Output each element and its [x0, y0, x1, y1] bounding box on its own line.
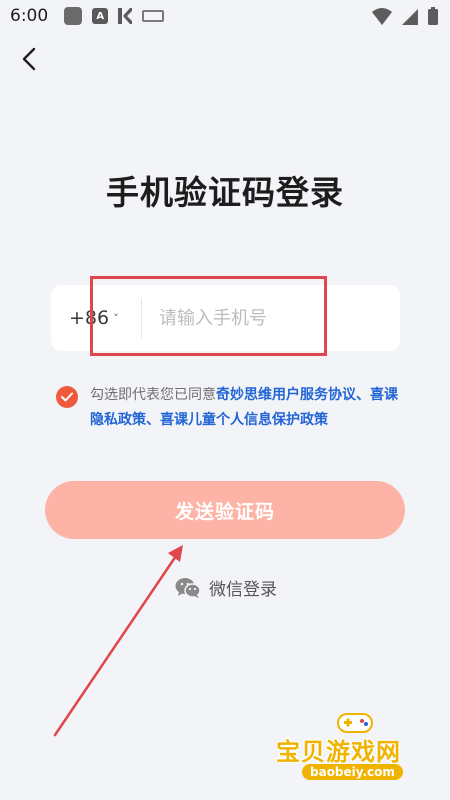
divider [141, 298, 142, 338]
watermark-url: baobeiy.com [302, 764, 403, 780]
notification-icons: A [64, 7, 165, 25]
country-code-selector[interactable]: +86 ˅ [69, 285, 119, 351]
phone-number-input[interactable] [159, 299, 379, 337]
gamepad-icon [337, 713, 373, 733]
back-button[interactable] [18, 46, 42, 72]
send-code-button[interactable]: 发送验证码 [45, 481, 405, 539]
keyboard-icon [142, 10, 165, 22]
child-privacy-policy-link[interactable]: 喜课儿童个人信息保护政策 [160, 412, 328, 428]
wechat-login-label: 微信登录 [209, 580, 277, 600]
site-watermark-logo: 宝贝游戏网 baobeiy.com [272, 710, 442, 790]
system-status-icons [372, 7, 438, 25]
checkmark-icon [61, 392, 73, 402]
agreement-text: 勾选即代表您已同意奇妙思维用户服务协议、喜课隐私政策、喜课儿童个人信息保护政策 [90, 383, 410, 433]
battery-icon [428, 7, 438, 25]
agreement-checkbox[interactable] [56, 386, 78, 408]
wifi-icon [372, 7, 392, 25]
page-title: 手机验证码登录 [106, 173, 344, 212]
android-app-icon: A [92, 8, 109, 24]
phone-input-container: +86 ˅ [51, 285, 400, 351]
status-time: 6:00 [10, 6, 49, 26]
app-notification-icon [64, 7, 83, 25]
country-code-value: +86 [69, 307, 110, 329]
wechat-login-button[interactable]: 微信登录 [175, 575, 277, 600]
watermark-text: 宝贝游戏网 [276, 738, 401, 766]
cellular-signal-icon [402, 8, 418, 25]
status-bar: 6:00 A [0, 0, 450, 32]
user-service-agreement-link[interactable]: 奇妙思维用户服务协议 [216, 387, 356, 403]
agreement-prefix: 勾选即代表您已同意 [90, 387, 216, 403]
back-arrow-icon [22, 47, 36, 71]
chevron-down-icon: ˅ [113, 311, 119, 325]
k-app-icon [118, 8, 133, 24]
wechat-icon [175, 577, 201, 598]
agreement-separator: 、 [146, 412, 160, 428]
agreement-separator: 、 [356, 387, 370, 403]
